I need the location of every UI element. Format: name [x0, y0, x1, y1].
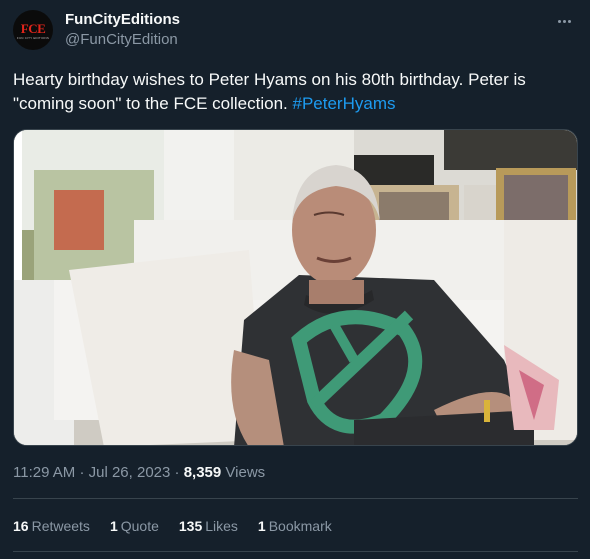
likes-label: Likes	[205, 518, 238, 534]
author-display-name[interactable]: FunCityEditions	[65, 10, 180, 30]
tweet-meta: 11:29 AM · Jul 26, 2023 · 8,359 Views	[13, 463, 265, 483]
bookmarks-label: Bookmark	[268, 518, 332, 534]
hashtag-link[interactable]: #PeterHyams	[293, 94, 396, 113]
divider	[13, 498, 578, 499]
avatar-logo-subtext: FUN CITY EDITIONS	[16, 36, 50, 40]
meta-separator: ·	[79, 464, 85, 481]
more-dot	[567, 19, 571, 23]
tweet-media-photo[interactable]	[13, 129, 578, 446]
tweet-body: Hearty birthday wishes to Peter Hyams on…	[13, 70, 526, 113]
views-label: Views	[225, 464, 266, 481]
tweet-date[interactable]: Jul 26, 2023	[89, 464, 171, 481]
likes-stat[interactable]: 135 Likes	[179, 516, 238, 536]
more-dot	[562, 19, 566, 23]
likes-count: 135	[178, 518, 203, 534]
retweets-label: Retweets	[31, 518, 90, 534]
quotes-count: 1	[109, 518, 118, 534]
more-options-icon[interactable]	[551, 12, 577, 30]
quotes-label: Quote	[120, 518, 159, 534]
quotes-stat[interactable]: 1 Quote	[110, 516, 159, 536]
retweets-stat[interactable]: 16 Retweets	[13, 516, 90, 536]
avatar[interactable]: FCE FUN CITY EDITIONS	[13, 10, 53, 50]
tweet-text: Hearty birthday wishes to Peter Hyams on…	[13, 68, 577, 116]
meta-separator: ·	[174, 464, 180, 481]
author-handle[interactable]: @FunCityEdition	[65, 30, 178, 50]
views-count: 8,359	[183, 464, 222, 481]
tweet-time[interactable]: 11:29 AM	[13, 464, 75, 481]
photo-of-older-man-on-sofa	[14, 130, 577, 445]
tweet-stats: 16 Retweets 1 Quote 135 Likes 1 Bookmark	[13, 516, 352, 536]
avatar-logo: FCE	[20, 21, 46, 36]
retweets-count: 16	[13, 518, 29, 534]
bookmarks-count: 1	[257, 518, 266, 534]
tweet-header: FCE FUN CITY EDITIONS FunCityEditions @F…	[13, 10, 577, 50]
tweet: FCE FUN CITY EDITIONS FunCityEditions @F…	[0, 0, 590, 559]
more-dot	[557, 19, 561, 23]
divider	[13, 551, 578, 552]
bookmarks-stat[interactable]: 1 Bookmark	[258, 516, 332, 536]
